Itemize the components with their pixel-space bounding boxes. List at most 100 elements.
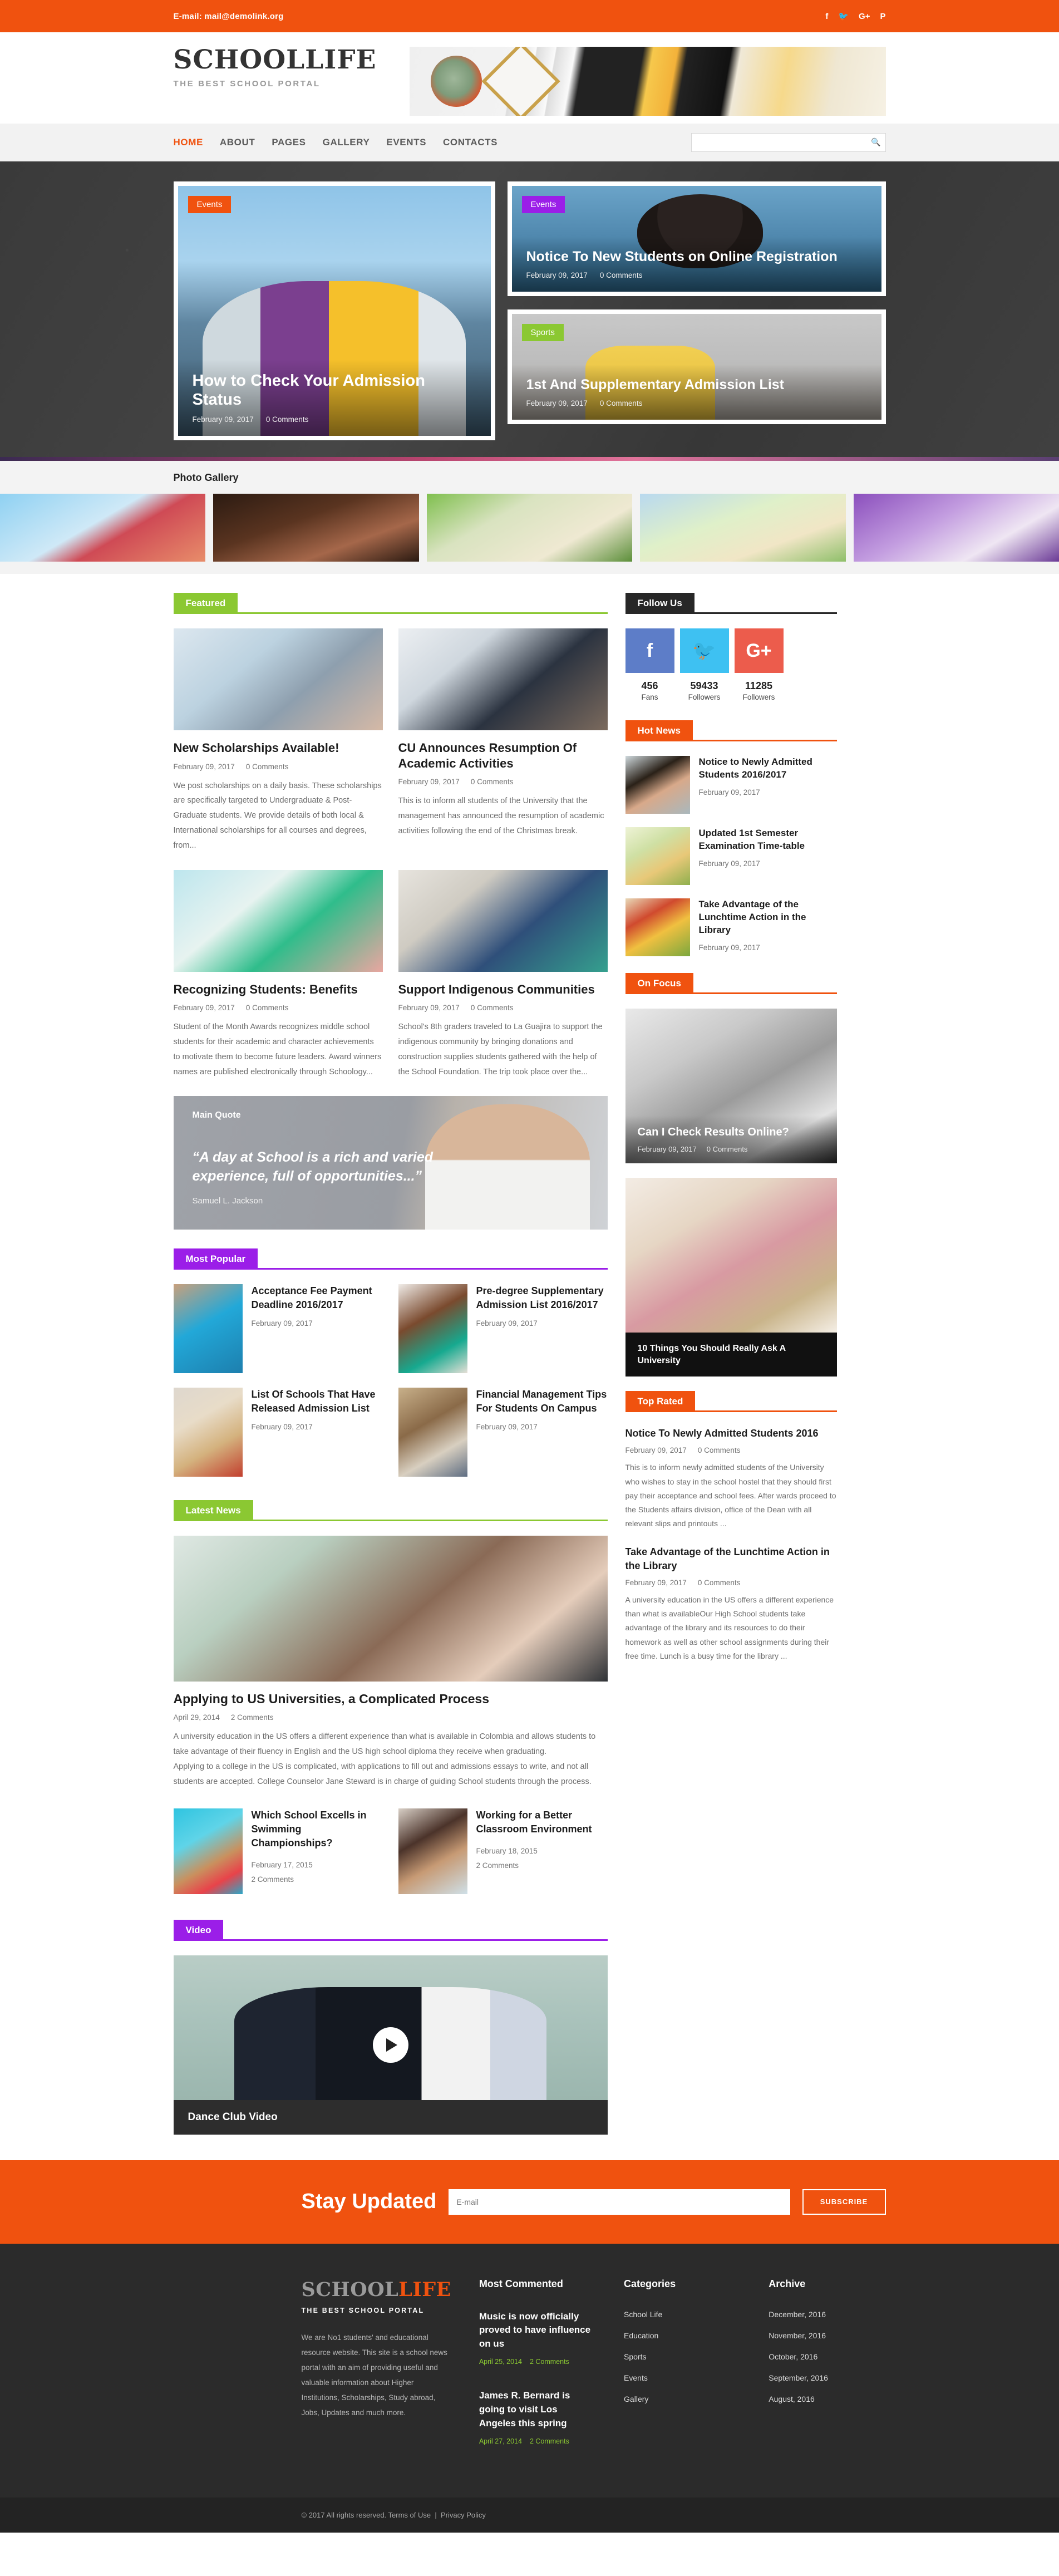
latest-news-subpost-1[interactable]: Which School Excells in Swimming Champio… [173, 1808, 383, 1894]
privacy-policy-link[interactable]: Privacy Policy [441, 2511, 486, 2519]
nav-item-events[interactable]: EVENTS [386, 137, 426, 148]
hero-main-card[interactable]: Events How to Check Your Admission Statu… [173, 181, 495, 440]
footer-category-sports[interactable]: Sports [624, 2352, 741, 2361]
most-popular-item-3[interactable]: List Of Schools That Have Released Admis… [173, 1388, 383, 1477]
hero-side-card-2[interactable]: Sports 1st And Supplementary Admission L… [507, 309, 886, 424]
on-focus-caption-2[interactable]: 10 Things You Should Really Ask A Univer… [625, 1333, 837, 1377]
featured-post-1[interactable]: New Scholarships Available! February 09,… [173, 628, 383, 853]
on-focus-card-1[interactable]: Can I Check Results Online? February 09,… [625, 1009, 837, 1163]
top-rated-title-1[interactable]: Notice To Newly Admitted Students 2016 [625, 1427, 837, 1440]
follow-us-rule [694, 612, 837, 614]
facebook-icon[interactable]: f [625, 628, 674, 673]
nav-item-home[interactable]: HOME [174, 137, 203, 148]
featured-post-2[interactable]: CU Announces Resumption Of Academic Acti… [398, 628, 608, 853]
hot-news-item-1[interactable]: Notice to Newly Admitted Students 2016/2… [625, 756, 837, 814]
video-player[interactable]: Dance Club Video [173, 1955, 608, 2135]
most-popular-item-1[interactable]: Acceptance Fee Payment Deadline 2016/201… [173, 1284, 383, 1374]
site-logo[interactable]: SCHOOLLIFE [174, 47, 377, 73]
google-plus-icon[interactable]: G+ [859, 12, 870, 21]
brand-block[interactable]: SCHOOLLIFE THE BEST SCHOOL PORTAL [174, 47, 377, 89]
featured-post-3-text: Student of the Month Awards recognizes m… [173, 1022, 382, 1076]
most-popular-title-2[interactable]: Pre-degree Supplementary Admission List … [476, 1284, 608, 1311]
gallery-photo-2[interactable] [213, 494, 419, 562]
play-icon[interactable] [372, 2027, 408, 2063]
footer-most-commented-title-1[interactable]: Music is now officially proved to have i… [479, 2310, 596, 2351]
twitter-icon[interactable]: 🐦 [679, 628, 729, 673]
search-input[interactable] [691, 133, 886, 152]
footer-archive-november-2016[interactable]: November, 2016 [769, 2331, 885, 2340]
footer-archive-heading: Archive [769, 2278, 806, 2289]
most-popular-item-2[interactable]: Pre-degree Supplementary Admission List … [398, 1284, 608, 1374]
gallery-photo-3[interactable] [426, 494, 633, 562]
featured-post-4[interactable]: Support Indigenous Communities February … [398, 869, 608, 1080]
most-popular-item-4[interactable]: Financial Management Tips For Students O… [398, 1388, 608, 1477]
featured-post-3[interactable]: Recognizing Students: Benefits February … [173, 869, 383, 1080]
most-popular-title-1[interactable]: Acceptance Fee Payment Deadline 2016/201… [252, 1284, 383, 1311]
featured-post-2-title[interactable]: CU Announces Resumption Of Academic Acti… [398, 740, 608, 771]
newsletter-email-input[interactable] [449, 2189, 790, 2215]
google-plus-icon[interactable]: G+ [734, 628, 784, 673]
latest-news-lead[interactable]: Applying to US Universities, a Complicat… [173, 1536, 608, 1789]
search-icon[interactable]: 🔍 [871, 137, 880, 147]
latest-news-subpost-2-title[interactable]: Working for a Better Classroom Environme… [476, 1808, 608, 1836]
nav-item-contacts[interactable]: CONTACTS [443, 137, 498, 148]
top-rated-date-2: February 09, 2017 [625, 1579, 687, 1587]
subscribe-button[interactable]: SUBSCRIBE [802, 2189, 886, 2215]
hot-news-item-3[interactable]: Take Advantage of the Lunchtime Action i… [625, 898, 837, 956]
gallery-photo-1[interactable] [0, 494, 206, 562]
copyright-text[interactable]: © 2017 All rights reserved. Terms of Use [302, 2511, 431, 2519]
footer-archive-december-2016[interactable]: December, 2016 [769, 2310, 885, 2319]
footer-archive-august-2016[interactable]: August, 2016 [769, 2395, 885, 2403]
twitter-icon[interactable]: 🐦 [838, 11, 849, 21]
hot-news-thumb-2 [625, 827, 690, 885]
top-rated-item-1[interactable]: Notice To Newly Admitted Students 2016 F… [625, 1427, 837, 1531]
footer-archive-september-2016[interactable]: September, 2016 [769, 2373, 885, 2382]
footer-most-commented-post-2[interactable]: James R. Bernard is going to visit Los A… [479, 2389, 596, 2445]
on-focus-comments-1: 0 Comments [706, 1145, 748, 1153]
featured-row-2: Recognizing Students: Benefits February … [173, 869, 608, 1080]
gallery-photo-4[interactable] [640, 494, 846, 562]
footer-category-school-life[interactable]: School Life [624, 2310, 741, 2319]
featured-post-3-title[interactable]: Recognizing Students: Benefits [174, 982, 383, 997]
gallery-photo-5[interactable] [853, 494, 1059, 562]
latest-news-subpost-1-title[interactable]: Which School Excells in Swimming Champio… [252, 1808, 383, 1851]
hero-main-title[interactable]: How to Check Your Admission Status [193, 372, 476, 409]
latest-news-lead-title[interactable]: Applying to US Universities, a Complicat… [174, 1692, 608, 1707]
hero-main-badge[interactable]: Events [188, 196, 231, 213]
featured-post-1-title[interactable]: New Scholarships Available! [174, 740, 383, 756]
latest-news-section-header: Latest News [173, 1500, 608, 1522]
hero-side-badge-2[interactable]: Sports [521, 324, 564, 341]
hero-side-title-2[interactable]: 1st And Supplementary Admission List [526, 377, 867, 393]
hero-side-title-1[interactable]: Notice To New Students on Online Registr… [526, 249, 867, 265]
hot-news-title-1[interactable]: Notice to Newly Admitted Students 2016/2… [699, 756, 837, 781]
featured-post-4-title[interactable]: Support Indigenous Communities [398, 982, 608, 997]
most-popular-section-header: Most Popular [173, 1248, 608, 1270]
footer-categories-heading: Categories [624, 2278, 676, 2289]
header-banner-image [409, 47, 886, 116]
footer-category-gallery[interactable]: Gallery [624, 2395, 741, 2403]
footer-category-education[interactable]: Education [624, 2331, 741, 2340]
hot-news-title-3[interactable]: Take Advantage of the Lunchtime Action i… [699, 898, 837, 937]
top-rated-item-2[interactable]: Take Advantage of the Lunchtime Action i… [625, 1545, 837, 1663]
on-focus-card-2[interactable]: 10 Things You Should Really Ask A Univer… [625, 1178, 837, 1377]
nav-item-pages[interactable]: PAGES [272, 137, 306, 148]
footer-logo[interactable]: SCHOOLLIFE [302, 2278, 451, 2301]
nav-item-gallery[interactable]: GALLERY [323, 137, 370, 148]
hot-news-title-2[interactable]: Updated 1st Semester Examination Time-ta… [699, 827, 837, 853]
hot-news-item-2[interactable]: Updated 1st Semester Examination Time-ta… [625, 827, 837, 885]
top-rated-title-2[interactable]: Take Advantage of the Lunchtime Action i… [625, 1545, 837, 1572]
hero-side-badge-1[interactable]: Events [521, 196, 565, 213]
facebook-icon[interactable]: f [825, 12, 828, 21]
footer-archive-october-2016[interactable]: October, 2016 [769, 2352, 885, 2361]
most-popular-title-4[interactable]: Financial Management Tips For Students O… [476, 1388, 608, 1415]
footer-most-commented-post-1[interactable]: Music is now officially proved to have i… [479, 2310, 596, 2366]
on-focus-title-1[interactable]: Can I Check Results Online? [638, 1125, 825, 1139]
footer-category-events[interactable]: Events [624, 2373, 741, 2382]
hero-side-card-1[interactable]: Events Notice To New Students on Online … [507, 181, 886, 296]
latest-news-subpost-2[interactable]: Working for a Better Classroom Environme… [398, 1808, 608, 1894]
most-popular-title-3[interactable]: List Of Schools That Have Released Admis… [252, 1388, 383, 1415]
nav-item-about[interactable]: ABOUT [220, 137, 255, 148]
pinterest-icon[interactable]: P [880, 12, 885, 21]
newsletter-section: Stay Updated SUBSCRIBE [0, 2160, 1059, 2244]
footer-most-commented-title-2[interactable]: James R. Bernard is going to visit Los A… [479, 2389, 596, 2430]
